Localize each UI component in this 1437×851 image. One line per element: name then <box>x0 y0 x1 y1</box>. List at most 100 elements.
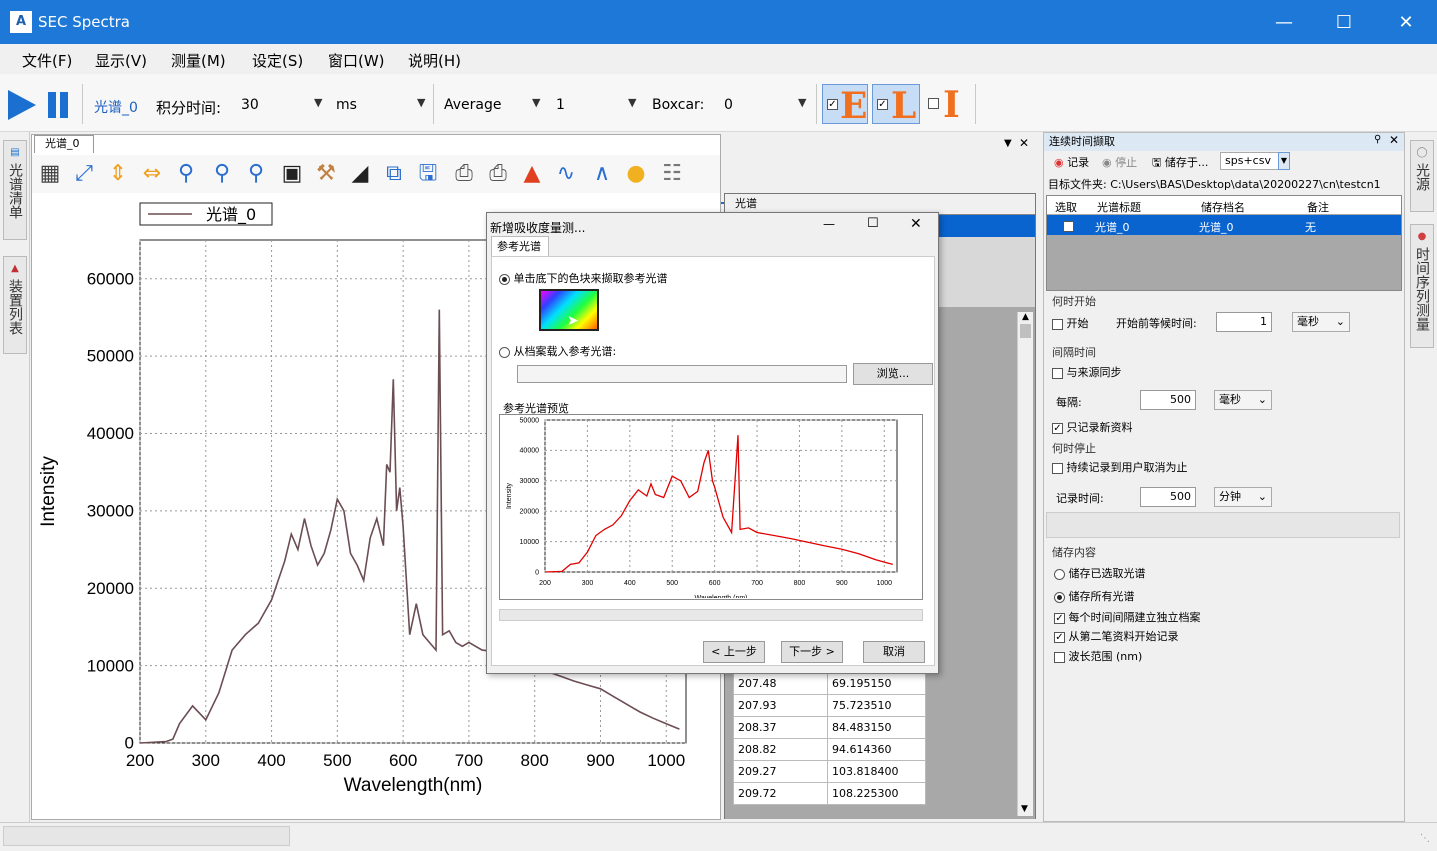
x-tick-label: 800 <box>794 580 806 587</box>
background-icon[interactable]: ◢ <box>346 160 374 188</box>
y-tick-label: 40000 <box>87 424 134 443</box>
table-row[interactable]: 208.82 94.614360 <box>733 738 926 761</box>
table-row[interactable]: 207.48 69.195150 <box>733 672 926 695</box>
menu-window[interactable]: 窗口(W) <box>328 50 385 71</box>
side-pin-icon[interactable]: ⚲ <box>1374 134 1381 145</box>
tab-reference-spectrum[interactable]: 参考光谱 <box>491 236 549 256</box>
tab-spectrum-list[interactable]: ▤ 光谱清单 <box>3 140 27 240</box>
unit-dropdown-icon[interactable]: ▼ <box>417 96 425 109</box>
format-select[interactable]: sps+csv <box>1220 152 1280 170</box>
dialog-maximize-button[interactable]: ☐ <box>867 216 879 231</box>
table-row[interactable]: 208.37 84.483150 <box>733 716 926 739</box>
menu-view[interactable]: 显示(V) <box>95 50 147 71</box>
pause-icon[interactable] <box>46 88 72 122</box>
zoom-in-icon[interactable]: ⚲ <box>172 160 200 188</box>
wait-input[interactable]: 1 <box>1216 312 1272 332</box>
mode-dropdown-icon[interactable]: ▼ <box>532 96 540 109</box>
tab-device-list[interactable]: ▲ 装置列表 <box>3 256 27 354</box>
integration-time-input[interactable]: 30 <box>241 97 259 113</box>
only-new-checkbox[interactable]: ✓ 只记录新资料 <box>1052 419 1133 435</box>
unit-select[interactable]: ms <box>336 97 357 113</box>
record-time-input[interactable]: 500 <box>1140 487 1196 507</box>
integration-dropdown-icon[interactable]: ▼ <box>314 96 322 109</box>
table-row[interactable]: 209.27 103.818400 <box>733 760 926 783</box>
data-scrollbar[interactable]: ▲ ▼ <box>1017 312 1033 816</box>
panel-menu-icon[interactable]: ▼ <box>1004 138 1012 149</box>
marker-icon[interactable]: ● <box>622 160 650 188</box>
save-icon[interactable]: 🖫 <box>414 160 442 188</box>
minimize-button[interactable]: — <box>1254 8 1314 38</box>
table-row[interactable]: 209.72 108.225300 <box>733 782 926 805</box>
fit-all-icon[interactable]: ⤢ <box>70 160 98 188</box>
panel-close-icon[interactable]: ✕ <box>1019 136 1029 150</box>
pin-tool-icon[interactable]: ⚒ <box>312 160 340 188</box>
tab-spectrum-0[interactable]: 光谱_0 <box>34 135 94 153</box>
dialog-close-button[interactable]: ✕ <box>910 216 922 232</box>
zoom-box-icon[interactable]: ⚲ <box>242 160 270 188</box>
electric-dark-toggle[interactable]: ✓ E <box>822 84 868 127</box>
color-block-capture[interactable]: ➤ <box>539 289 599 331</box>
reference-file-input[interactable] <box>517 365 847 383</box>
irradiance-toggle[interactable]: I <box>924 84 970 126</box>
tab-light-source[interactable]: ◯ 光源 <box>1410 140 1434 212</box>
print-icon[interactable]: ⎙ <box>484 160 512 188</box>
option-capture-reference[interactable]: 单击底下的色块来撷取参考光谱 <box>499 270 668 286</box>
copy-icon[interactable]: ⧉ <box>380 160 408 188</box>
measure-icon[interactable]: ∧ <box>588 160 616 188</box>
stop-button[interactable]: ◉ 停止 <box>1102 154 1137 170</box>
table-view-icon[interactable]: ▦ <box>36 160 64 188</box>
store-all-radio[interactable]: 储存所有光谱 <box>1054 588 1135 604</box>
until-cancel-checkbox[interactable]: 持续记录到用户取消为止 <box>1052 459 1188 475</box>
play-icon[interactable] <box>6 88 38 122</box>
every-input[interactable]: 500 <box>1140 390 1196 410</box>
menu-file[interactable]: 文件(F) <box>22 50 72 71</box>
average-dropdown-icon[interactable]: ▼ <box>628 96 636 109</box>
store-content-group: 储存内容 <box>1052 546 1096 559</box>
status-progress <box>3 826 290 846</box>
monitor-icon[interactable]: ▣ <box>278 160 306 188</box>
x-tick-label: 1000 <box>876 580 892 587</box>
save-to-button[interactable]: 🖫 储存于... <box>1152 154 1208 173</box>
next-button[interactable]: 下一步 > <box>781 641 843 663</box>
boxcar-input[interactable]: 0 <box>724 97 733 113</box>
side-close-icon[interactable]: ✕ <box>1389 133 1399 147</box>
close-button[interactable]: ✕ <box>1376 8 1436 38</box>
dialog-minimize-button[interactable]: — <box>823 217 835 231</box>
maximize-button[interactable]: ☐ <box>1314 8 1374 38</box>
menu-settings[interactable]: 设定(S) <box>252 50 303 71</box>
print-preview-icon[interactable]: ⎙ <box>450 160 478 188</box>
menu-measure[interactable]: 测量(M) <box>171 50 226 71</box>
format-dropdown-icon[interactable]: ▼ <box>1278 152 1290 170</box>
store-selected-radio[interactable]: 储存已选取光谱 <box>1054 565 1146 581</box>
resize-grip-icon[interactable]: ⋱ <box>1420 833 1430 844</box>
fit-horizontal-icon[interactable]: ⇔ <box>138 160 166 188</box>
fit-vertical-icon[interactable]: ⇕ <box>104 160 132 188</box>
color-map-icon[interactable]: ▲ <box>518 160 546 188</box>
wait-unit-select[interactable]: 毫秒 ⌄ <box>1292 312 1350 332</box>
browse-button[interactable]: 浏览... <box>853 363 933 385</box>
linearity-toggle[interactable]: ✓ L <box>872 84 920 127</box>
every-unit-select[interactable]: 毫秒 ⌄ <box>1214 390 1272 410</box>
prev-button[interactable]: < 上一步 <box>703 641 765 663</box>
from-second-checkbox[interactable]: ✓ 从第二笔资料开始记录 <box>1054 628 1179 644</box>
start-checkbox[interactable]: 开始 <box>1052 315 1089 331</box>
wl-range-checkbox[interactable]: 波长范围 (nm) <box>1054 648 1142 664</box>
boxcar-dropdown-icon[interactable]: ▼ <box>798 96 806 109</box>
each-file-checkbox[interactable]: ✓ 每个时间间隔建立独立档案 <box>1054 609 1201 625</box>
cancel-button[interactable]: 取消 <box>863 641 925 663</box>
record-button[interactable]: ◉ 记录 <box>1054 154 1089 170</box>
reference-preview-chart: 200 300 400 500 600 700 800 900 1000010000200003… <box>506 417 898 598</box>
table-row[interactable]: 207.93 75.723510 <box>733 694 926 717</box>
zoom-out-icon[interactable]: ⚲ <box>208 160 236 188</box>
sync-checkbox[interactable]: 与来源同步 <box>1052 364 1122 380</box>
menu-help[interactable]: 说明(H) <box>408 50 461 71</box>
peak-search-icon[interactable]: ∿ <box>552 160 580 188</box>
record-unit-select[interactable]: 分钟 ⌄ <box>1214 487 1272 507</box>
average-count-input[interactable]: 1 <box>556 97 565 113</box>
title-bar: A SEC Spectra — ☐ ✕ <box>0 0 1437 44</box>
spectrum-label[interactable]: 光谱_0 <box>94 97 138 117</box>
mode-select[interactable]: Average <box>444 97 502 113</box>
grid-icon[interactable]: ☷ <box>658 160 686 188</box>
tab-time-series[interactable]: ● 时间序列测量 <box>1410 224 1434 348</box>
option-load-reference[interactable]: 从档案载入参考光谱: <box>499 343 616 359</box>
